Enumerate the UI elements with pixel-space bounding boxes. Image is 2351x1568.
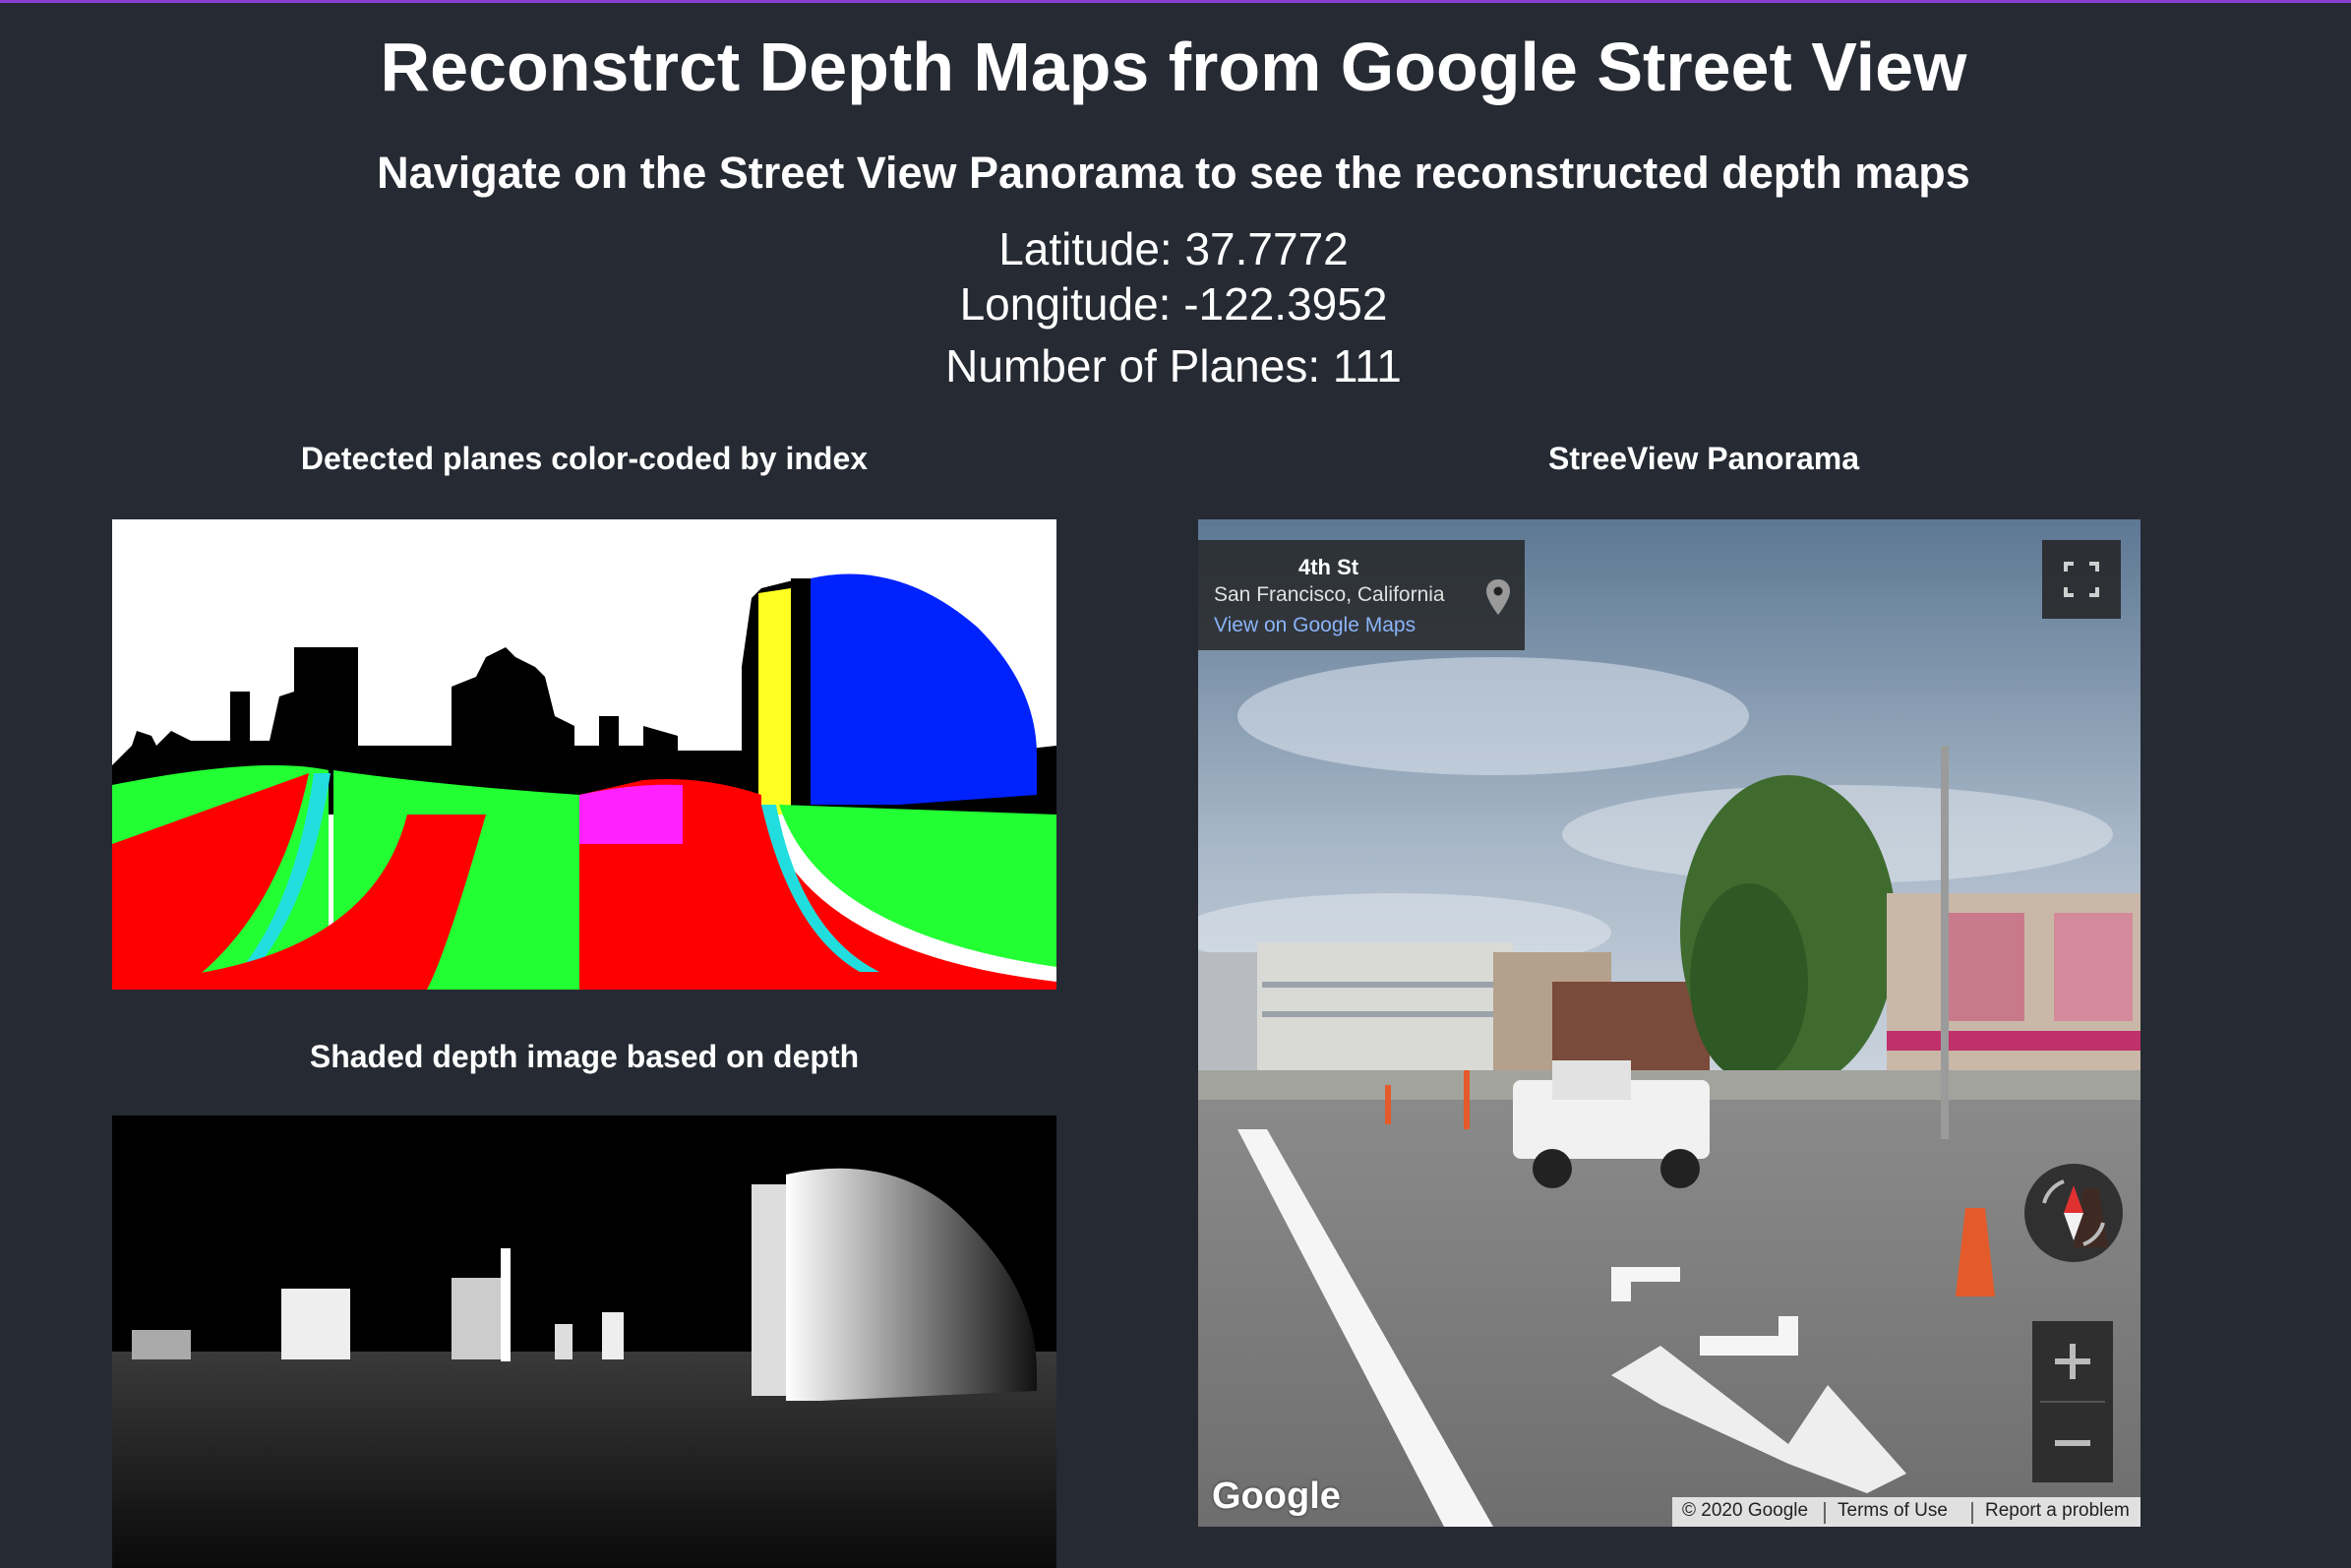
zoom-in-button[interactable] bbox=[2032, 1321, 2113, 1401]
zoom-controls bbox=[2032, 1321, 2113, 1482]
depth-render bbox=[112, 1116, 1056, 1568]
address-street: 4th St bbox=[1298, 555, 1359, 579]
footer-separator bbox=[1971, 1502, 1973, 1524]
zoom-in-icon bbox=[2055, 1344, 2090, 1379]
zoom-out-icon bbox=[2055, 1440, 2090, 1446]
panorama-scene bbox=[1198, 519, 2140, 1527]
fullscreen-icon bbox=[2064, 562, 2099, 597]
zoom-out-button[interactable] bbox=[2032, 1403, 2113, 1482]
planes-image bbox=[112, 519, 1056, 990]
report-problem-link[interactable]: Report a problem bbox=[1985, 1500, 2130, 1522]
planes-render bbox=[112, 519, 1056, 990]
streetview-panorama[interactable]: 4th St San Francisco, California View on… bbox=[1198, 519, 2140, 1527]
fullscreen-button[interactable] bbox=[2042, 540, 2121, 619]
page-title: Reconstrct Depth Maps from Google Street… bbox=[380, 29, 1967, 105]
copyright-text: © 2020 Google bbox=[1682, 1500, 1809, 1521]
panorama-section-label: StreeView Panorama bbox=[1547, 441, 1859, 476]
latitude-readout: Latitude: 37.7772 bbox=[998, 223, 1349, 274]
view-on-google-maps-link[interactable]: View on Google Maps bbox=[1214, 614, 1416, 637]
longitude-readout: Longitude: -122.3952 bbox=[959, 278, 1388, 330]
terms-of-use-link[interactable]: Terms of Use bbox=[1838, 1500, 1948, 1522]
address-card: 4th St San Francisco, California View on… bbox=[1198, 540, 1525, 650]
compass-icon bbox=[2042, 1179, 2105, 1246]
page-subtitle: Navigate on the Street View Panorama to … bbox=[377, 148, 1970, 198]
footer-separator bbox=[1824, 1502, 1826, 1524]
map-pin-icon[interactable] bbox=[1483, 577, 1513, 617]
address-city: San Francisco, California bbox=[1214, 583, 1445, 606]
depth-image bbox=[112, 1116, 1056, 1568]
compass-control[interactable] bbox=[2024, 1164, 2123, 1262]
top-accent-line bbox=[0, 0, 2351, 3]
planes-section-label: Detected planes color-coded by index bbox=[300, 441, 869, 476]
attribution-bar: © 2020 Google Terms of Use Report a prob… bbox=[1672, 1497, 2140, 1527]
depth-section-label: Shaded depth image based on depth bbox=[309, 1039, 860, 1074]
planes-count-readout: Number of Planes: 111 bbox=[945, 340, 1402, 392]
google-logo: Google bbox=[1212, 1476, 1341, 1517]
